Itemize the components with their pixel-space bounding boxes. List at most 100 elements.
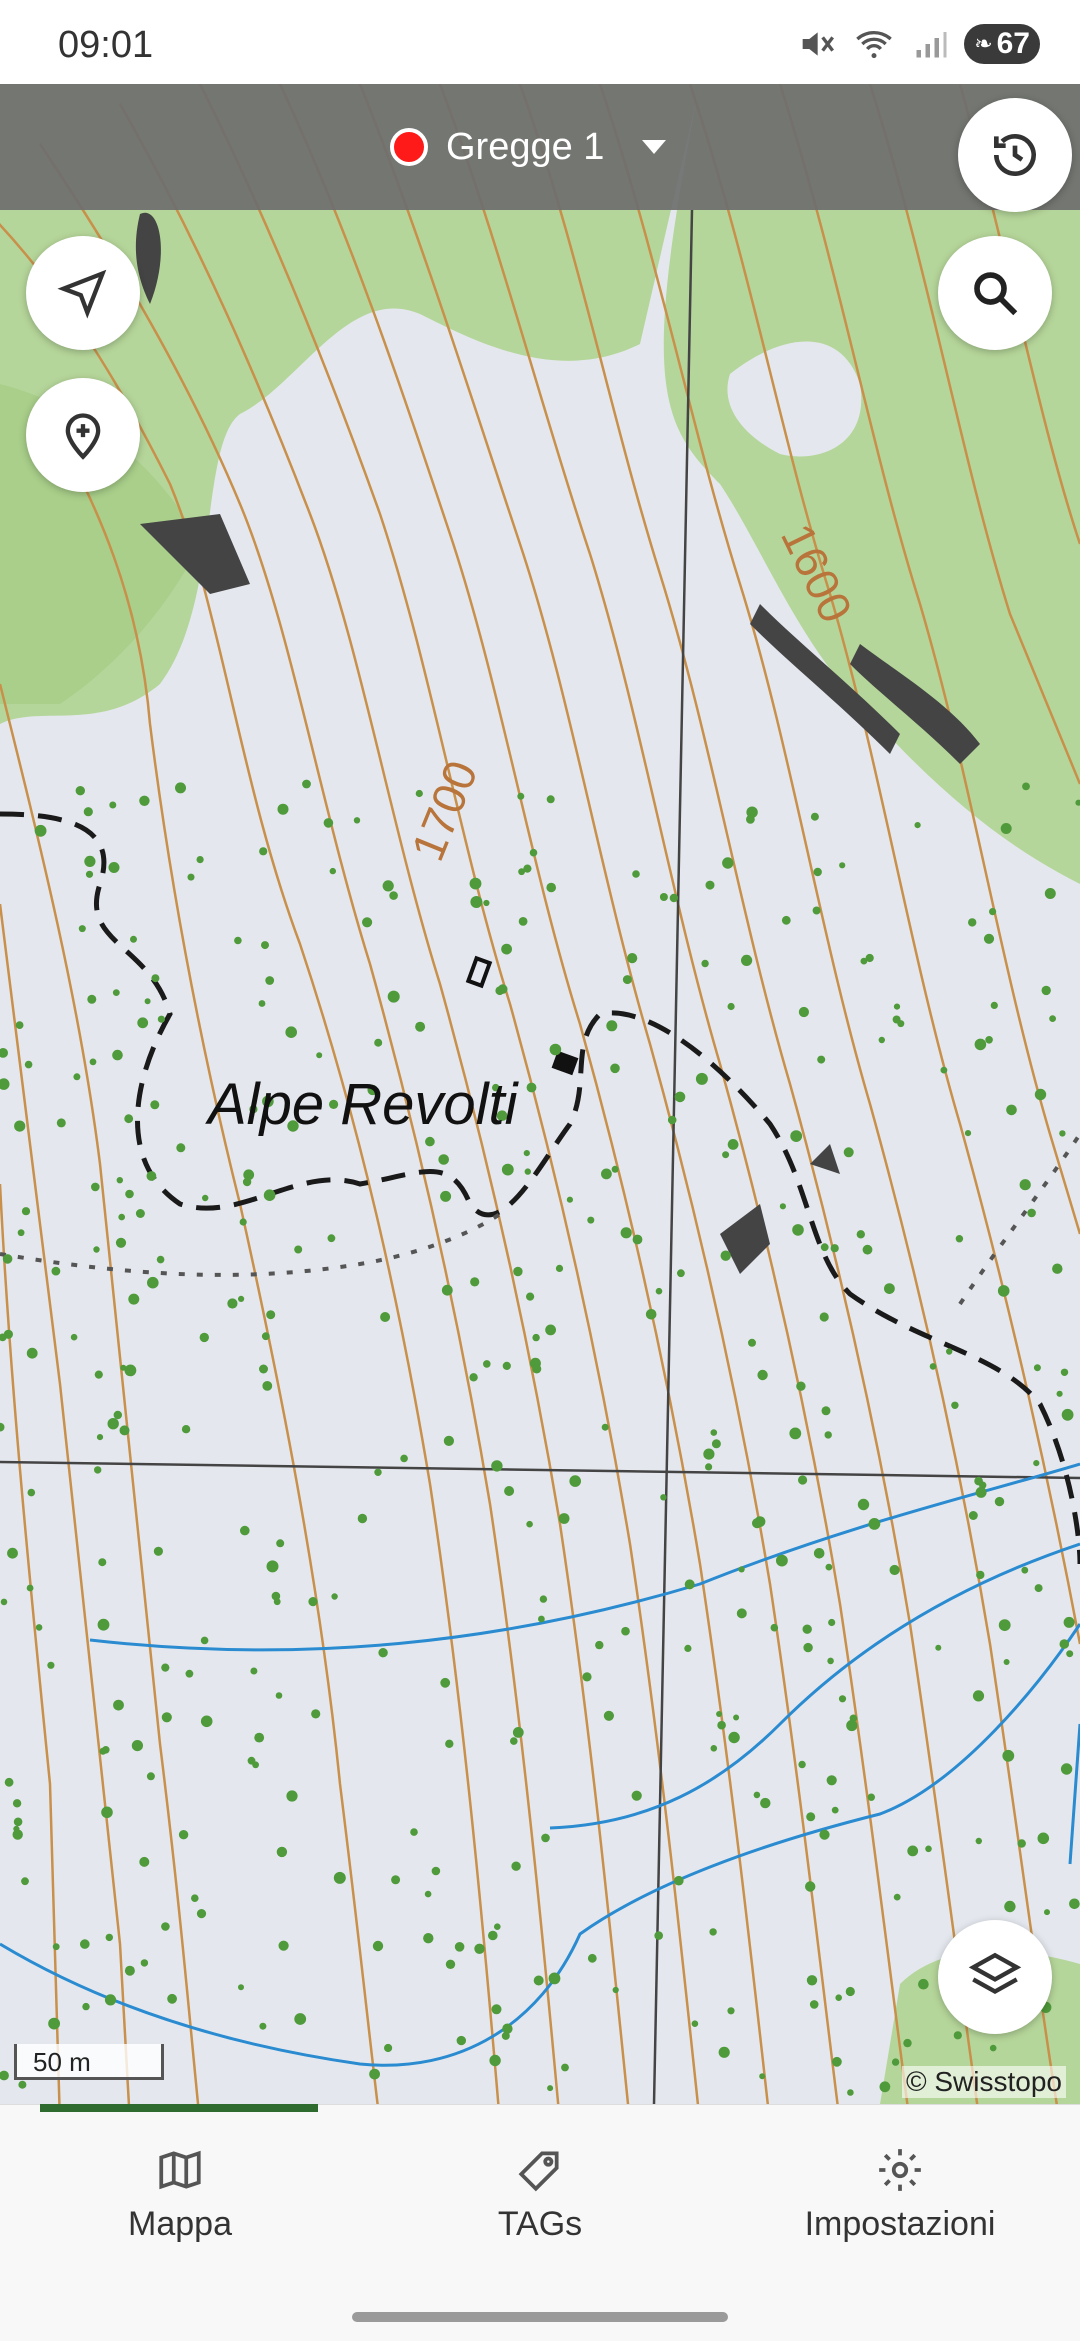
tree-dot xyxy=(374,1468,382,1477)
tree-dot xyxy=(1019,1179,1031,1191)
tree-dot xyxy=(845,1986,855,1997)
tree-dot xyxy=(601,1423,609,1431)
history-button[interactable] xyxy=(958,98,1072,212)
tree-dot xyxy=(1041,985,1051,996)
tree-dot xyxy=(824,1431,832,1439)
tree-dot xyxy=(1044,888,1056,899)
tree-dot xyxy=(891,2058,900,2066)
tree-dot xyxy=(889,1564,900,1576)
tree-dot xyxy=(357,1513,368,1524)
tree-dot xyxy=(893,1003,901,1010)
tree-dot xyxy=(953,2031,962,2040)
tree-dot xyxy=(997,1285,1010,1297)
tree-dot xyxy=(716,1711,723,1717)
tree-dot xyxy=(238,1984,244,1991)
tree-dot xyxy=(792,1224,804,1236)
status-icons: ❧ 67 xyxy=(796,22,1040,66)
tree-dot xyxy=(705,1463,713,1471)
tree-dot xyxy=(862,1244,873,1255)
tree-dot xyxy=(239,1218,247,1226)
tree-dot xyxy=(78,925,86,933)
tree-dot xyxy=(200,1636,209,1645)
tree-dot xyxy=(819,1829,830,1840)
tree-dot xyxy=(137,1017,149,1029)
tree-dot xyxy=(382,880,394,892)
navigation-arrow-icon xyxy=(57,269,107,319)
tree-dot xyxy=(130,935,137,943)
tree-dot xyxy=(738,1566,745,1573)
tree-dot xyxy=(753,1791,761,1799)
tree-dot xyxy=(431,1866,441,1876)
tree-dot xyxy=(362,917,373,928)
tree-dot xyxy=(511,1861,521,1871)
tree-dot xyxy=(518,917,528,926)
tree-dot xyxy=(1060,1763,1073,1775)
tree-dot xyxy=(660,1494,667,1501)
mute-icon xyxy=(802,32,835,56)
tree-dot xyxy=(510,1737,518,1745)
tree-dot xyxy=(817,1055,826,1064)
battery-indicator: ❧ 67 xyxy=(964,24,1040,64)
tree-dot xyxy=(722,1151,730,1159)
tree-dot xyxy=(1066,1650,1074,1658)
tree-dot xyxy=(445,1959,456,1970)
tree-dot xyxy=(258,1000,266,1007)
tree-dot xyxy=(440,1190,452,1202)
tree-dot xyxy=(302,779,311,789)
tree-dot xyxy=(819,1312,829,1322)
tree-dot xyxy=(989,908,997,916)
home-indicator[interactable] xyxy=(352,2312,728,2322)
tree-dot xyxy=(846,1719,858,1732)
tree-dot xyxy=(839,862,846,869)
tree-dot xyxy=(187,873,195,881)
locate-button[interactable] xyxy=(26,236,140,350)
tree-dot xyxy=(12,1799,22,1808)
place-name-label: Alpe Revolti xyxy=(205,1072,520,1137)
tree-dot xyxy=(21,1877,29,1886)
signal-icon xyxy=(916,32,947,58)
tree-dot xyxy=(813,1548,825,1559)
map-view[interactable]: 1700 1600 Alpe Revolti xyxy=(0,84,1080,2104)
tree-dot xyxy=(611,1165,619,1173)
tree-dot xyxy=(582,1672,592,1682)
tree-dot xyxy=(526,1082,537,1093)
layers-button[interactable] xyxy=(938,1920,1052,2034)
tree-dot xyxy=(87,994,97,1004)
tree-dot xyxy=(806,1812,816,1822)
tree-dot xyxy=(73,1073,81,1081)
tree-dot xyxy=(456,2035,466,2046)
tree-dot xyxy=(327,1234,336,1243)
herd-selector[interactable]: Gregge 1 xyxy=(390,114,667,180)
tree-dot xyxy=(940,1066,948,1074)
nav-item-impostazioni[interactable]: Impostazioni xyxy=(760,2145,1040,2244)
add-marker-button[interactable] xyxy=(26,378,140,492)
tree-dot xyxy=(622,975,632,985)
nav-item-mappa[interactable]: Mappa xyxy=(40,2145,320,2244)
tree-dot xyxy=(595,1640,604,1650)
tree-dot xyxy=(632,870,640,878)
tree-dot xyxy=(951,1401,959,1410)
nav-item-tags[interactable]: TAGs xyxy=(400,2145,680,2244)
herd-label: Gregge 1 xyxy=(446,125,605,168)
progress-indicator xyxy=(40,2104,318,2112)
tree-dot xyxy=(972,1690,985,1702)
tree-dot xyxy=(867,1793,875,1801)
search-button[interactable] xyxy=(938,236,1052,350)
tree-dot xyxy=(809,2000,819,2009)
tree-dot xyxy=(990,1001,998,1010)
tree-dot xyxy=(140,1959,149,1967)
tree-dot xyxy=(684,1579,695,1590)
tree-dot xyxy=(26,1347,38,1359)
tree-dot xyxy=(1033,1460,1040,1467)
tree-dot xyxy=(810,812,819,821)
tree-dot xyxy=(153,1546,163,1556)
tree-dot xyxy=(200,1715,213,1728)
tree-dot xyxy=(48,2017,60,2030)
tree-dot xyxy=(684,1644,692,1652)
tree-dot xyxy=(1034,1584,1043,1593)
tree-dot xyxy=(259,1364,268,1374)
tree-dot xyxy=(2,1254,13,1264)
tree-dot xyxy=(561,2063,569,2072)
tree-dot xyxy=(701,959,709,968)
tree-dot xyxy=(1069,1898,1080,1910)
